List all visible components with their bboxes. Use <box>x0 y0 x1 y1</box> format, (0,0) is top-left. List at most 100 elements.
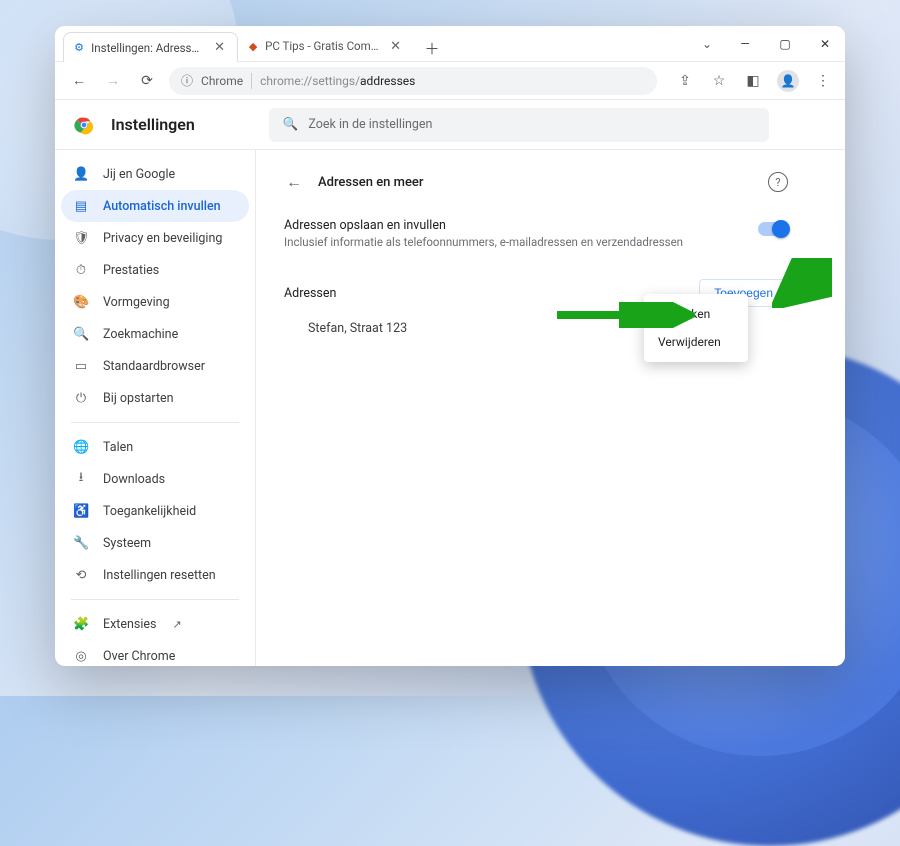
tab-title: Instellingen: Adressen en meer <box>91 41 205 55</box>
sidebar-item-label: Automatisch invullen <box>103 199 221 214</box>
forward-button[interactable]: → <box>101 69 125 93</box>
sidebar-item-label: Prestaties <box>103 263 159 278</box>
url-scheme: Chrome <box>201 74 243 88</box>
palette-icon: 🎨 <box>73 295 89 310</box>
setting-save-addresses: Adressen opslaan en invullen Inclusief i… <box>284 200 788 255</box>
title-bar: ⚙ Instellingen: Adressen en meer ✕ ◆ PC … <box>55 26 845 62</box>
minimize-button[interactable]: ― <box>725 26 765 62</box>
site-favicon: ◆ <box>248 39 258 53</box>
bookmark-star-icon[interactable]: ☆ <box>709 73 729 89</box>
sidebar-item-label: Toegankelijkheid <box>103 504 196 519</box>
sidebar-item-accessibility[interactable]: ♿ Toegankelijkheid <box>61 495 249 527</box>
sidebar-item-label: Instellingen resetten <box>103 568 216 583</box>
side-panel-icon[interactable]: ◧ <box>743 73 763 89</box>
share-icon[interactable]: ⇪ <box>675 73 695 89</box>
window-controls: ― ▢ ✕ <box>725 26 845 62</box>
search-placeholder: Zoek in de instellingen <box>308 117 432 132</box>
sidebar-item-label: Extensies <box>103 617 157 632</box>
close-icon[interactable]: ✕ <box>212 40 227 55</box>
separator <box>71 599 239 600</box>
close-icon[interactable]: ✕ <box>388 39 403 54</box>
reload-button[interactable]: ⟳ <box>135 69 159 93</box>
sidebar-item-autofill[interactable]: ▤ Automatisch invullen <box>61 190 249 222</box>
page-header: ← Adressen en meer ? <box>284 164 788 200</box>
sidebar-item-label: Standaardbrowser <box>103 359 205 374</box>
search-icon: 🔍 <box>283 117 299 132</box>
separator <box>71 422 239 423</box>
sidebar-item-privacy[interactable]: 🛡 Privacy en beveiliging <box>61 222 249 254</box>
sidebar-item-about[interactable]: ◎ Over Chrome <box>61 640 249 666</box>
sidebar-item-reset[interactable]: ⟲ Instellingen resetten <box>61 559 249 591</box>
tab-settings-addresses[interactable]: ⚙ Instellingen: Adressen en meer ✕ <box>63 32 238 62</box>
setting-subtitle: Inclusief informatie als telefoonnummers… <box>284 235 758 249</box>
sidebar-item-label: Zoekmachine <box>103 327 178 342</box>
kebab-menu-icon[interactable]: ⋮ <box>813 73 833 89</box>
sidebar-item-label: Privacy en beveiliging <box>103 231 222 246</box>
sidebar-item-label: Vormgeving <box>103 295 170 310</box>
toolbar-icons: ⇪ ☆ ◧ 👤 ⋮ <box>667 70 833 92</box>
settings-header: Instellingen 🔍 Zoek in de instellingen <box>55 100 845 150</box>
person-icon: 👤 <box>73 167 89 182</box>
sidebar-item-search-engine[interactable]: 🔍 Zoekmachine <box>61 318 249 350</box>
reset-icon: ⟲ <box>73 568 89 583</box>
sidebar-item-performance[interactable]: ⏱ Prestaties <box>61 254 249 286</box>
browser-icon: ▭ <box>73 359 89 374</box>
help-icon[interactable]: ? <box>768 172 788 192</box>
setting-title: Adressen opslaan en invullen <box>284 218 758 233</box>
speedometer-icon: ⏱ <box>73 263 89 278</box>
wrench-icon: 🔧 <box>73 536 89 551</box>
sidebar-item-default-browser[interactable]: ▭ Standaardbrowser <box>61 350 249 382</box>
settings-app-title: Instellingen <box>111 115 195 134</box>
separator <box>251 73 252 89</box>
main-content: ← Adressen en meer ? Adressen opslaan en… <box>255 150 845 666</box>
close-window-button[interactable]: ✕ <box>805 26 845 62</box>
chrome-window: ⚙ Instellingen: Adressen en meer ✕ ◆ PC … <box>55 26 845 666</box>
profile-avatar[interactable]: 👤 <box>777 70 799 92</box>
menu-item-delete[interactable]: Verwijderen <box>644 328 748 356</box>
maximize-button[interactable]: ▢ <box>765 26 805 62</box>
toggle-save-addresses[interactable] <box>758 222 788 236</box>
autofill-icon: ▤ <box>73 199 89 214</box>
back-button[interactable]: ← <box>67 69 91 93</box>
url-text: chrome://settings/addresses <box>260 74 415 88</box>
sidebar-item-downloads[interactable]: ⭳ Downloads <box>61 463 249 495</box>
sidebar-item-system[interactable]: 🔧 Systeem <box>61 527 249 559</box>
external-link-icon: ↗ <box>173 618 182 631</box>
search-icon: 🔍 <box>73 327 89 342</box>
sidebar-item-label: Talen <box>103 440 133 455</box>
tabs-chevron-down-icon[interactable]: ⌄ <box>689 37 725 51</box>
page-title: Adressen en meer <box>318 175 423 190</box>
sidebar-item-label: Downloads <box>103 472 165 487</box>
sidebar-item-label: Bij opstarten <box>103 391 174 406</box>
settings-search-input[interactable]: 🔍 Zoek in de instellingen <box>269 108 769 142</box>
sidebar-item-you-and-google[interactable]: 👤 Jij en Google <box>61 158 249 190</box>
tab-pctips[interactable]: ◆ PC Tips - Gratis Computer Tips. ✕ <box>238 31 413 61</box>
sidebar-item-label: Over Chrome <box>103 649 175 664</box>
sidebar-item-label: Jij en Google <box>103 167 175 182</box>
sidebar-item-extensions[interactable]: 🧩 Extensies ↗ <box>61 608 249 640</box>
sidebar-item-label: Systeem <box>103 536 151 551</box>
back-arrow-button[interactable]: ← <box>284 172 304 192</box>
new-tab-button[interactable]: ＋ <box>419 35 445 61</box>
toolbar: ← → ⟳ ⓘ Chrome chrome://settings/address… <box>55 62 845 100</box>
shield-icon: 🛡 <box>73 231 89 246</box>
annotation-arrow-left <box>555 302 695 328</box>
site-info-icon[interactable]: ⓘ <box>181 72 193 89</box>
globe-icon: 🌐 <box>73 440 89 455</box>
annotation-arrow-right <box>772 258 832 308</box>
address-bar[interactable]: ⓘ Chrome chrome://settings/addresses <box>169 67 657 95</box>
sidebar-item-appearance[interactable]: 🎨 Vormgeving <box>61 286 249 318</box>
power-icon: ⏻ <box>73 391 89 406</box>
chrome-outline-icon: ◎ <box>73 649 89 664</box>
sidebar-item-startup[interactable]: ⏻ Bij opstarten <box>61 382 249 414</box>
sidebar: 👤 Jij en Google ▤ Automatisch invullen 🛡… <box>55 150 255 666</box>
accessibility-icon: ♿ <box>73 504 89 519</box>
tab-title: PC Tips - Gratis Computer Tips. <box>265 39 381 53</box>
gear-icon: ⚙ <box>74 41 84 55</box>
section-title: Adressen <box>284 286 336 301</box>
chrome-logo-icon <box>73 114 95 136</box>
download-icon: ⭳ <box>73 468 89 490</box>
sidebar-item-languages[interactable]: 🌐 Talen <box>61 431 249 463</box>
puzzle-icon: 🧩 <box>73 617 89 632</box>
settings-body: 👤 Jij en Google ▤ Automatisch invullen 🛡… <box>55 150 845 666</box>
